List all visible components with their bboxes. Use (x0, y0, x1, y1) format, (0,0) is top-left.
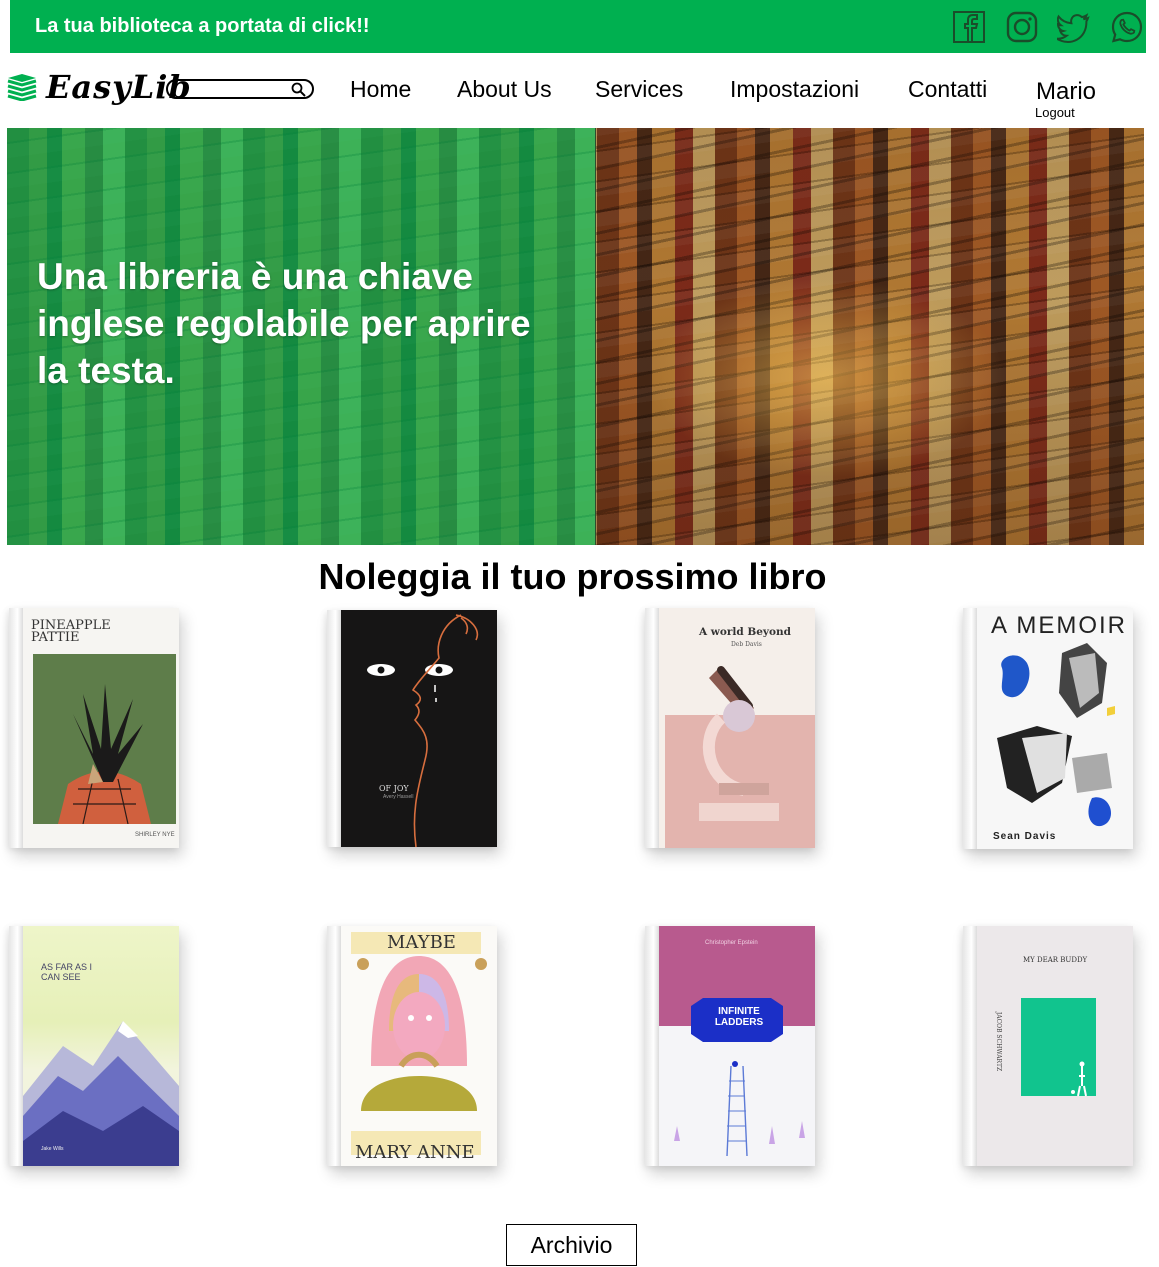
logout-link[interactable]: Logout (1035, 105, 1075, 120)
book-card[interactable]: OF JOY Avery Hassell (327, 610, 497, 847)
book-card[interactable]: A MEMOIR Sean Davis (963, 608, 1133, 849)
nav-services[interactable]: Services (595, 76, 683, 103)
book-title: PINEAPPLE PATTIE (31, 618, 111, 645)
facebook-icon[interactable] (952, 10, 986, 44)
nav-about-us[interactable]: About Us (457, 76, 552, 103)
book-author: MARY ANNE (355, 1142, 475, 1163)
book-author: Jake Wills (41, 1146, 64, 1152)
book-author: Christopher Epstein (705, 940, 758, 946)
book-title: MAYBE (387, 932, 456, 953)
book-title: A MEMOIR (991, 612, 1128, 639)
nav-settings[interactable]: Impostazioni (730, 76, 859, 103)
books-icon (7, 74, 37, 101)
user-name[interactable]: Mario (1036, 78, 1096, 106)
book-card[interactable]: INFINITE LADDERS Christopher Epstein (645, 926, 815, 1166)
book-author: JACOB SCHWARTZ (995, 1011, 1003, 1072)
book-card[interactable]: MAYBE MARY ANNE (327, 926, 497, 1166)
book-title: AS FAR AS I CAN SEE (41, 962, 93, 982)
book-title: MY DEAR BUDDY (1023, 956, 1088, 964)
section-title: Noleggia il tuo prossimo libro (318, 556, 827, 597)
book-author: Deb Davis (731, 641, 762, 648)
book-title: OF JOY (379, 784, 409, 793)
book-card[interactable]: AS FAR AS I CAN SEE Jake Wills (9, 926, 179, 1166)
book-card[interactable]: A world Beyond Deb Davis (645, 608, 815, 848)
book-author: Avery Hassell (383, 794, 414, 800)
book-title: A world Beyond (699, 626, 791, 638)
search-icon[interactable] (291, 82, 306, 97)
book-card[interactable]: PINEAPPLE PATTIE SHIRLEY NYE (9, 608, 179, 848)
book-card[interactable]: MY DEAR BUDDY JACOB SCHWARTZ (963, 926, 1133, 1166)
book-author: SHIRLEY NYE (135, 832, 175, 838)
twitter-icon[interactable] (1057, 10, 1091, 44)
top-banner: La tua biblioteca a portata di click!! (10, 0, 1146, 53)
search-input[interactable] (166, 79, 314, 99)
instagram-icon[interactable] (1005, 10, 1039, 44)
book-title: INFINITE LADDERS (714, 1006, 764, 1028)
nav-home[interactable]: Home (350, 76, 411, 103)
banner-tagline: La tua biblioteca a portata di click!! (35, 15, 370, 37)
hero-quote: Una libreria è una chiave inglese regola… (37, 256, 531, 391)
whatsapp-icon[interactable] (1110, 10, 1144, 44)
book-author: Sean Davis (993, 831, 1057, 842)
archive-button[interactable]: Archivio (506, 1224, 637, 1266)
nav-contacts[interactable]: Contatti (908, 76, 987, 103)
hero-banner: Una libreria è una chiave inglese regola… (7, 128, 1144, 545)
